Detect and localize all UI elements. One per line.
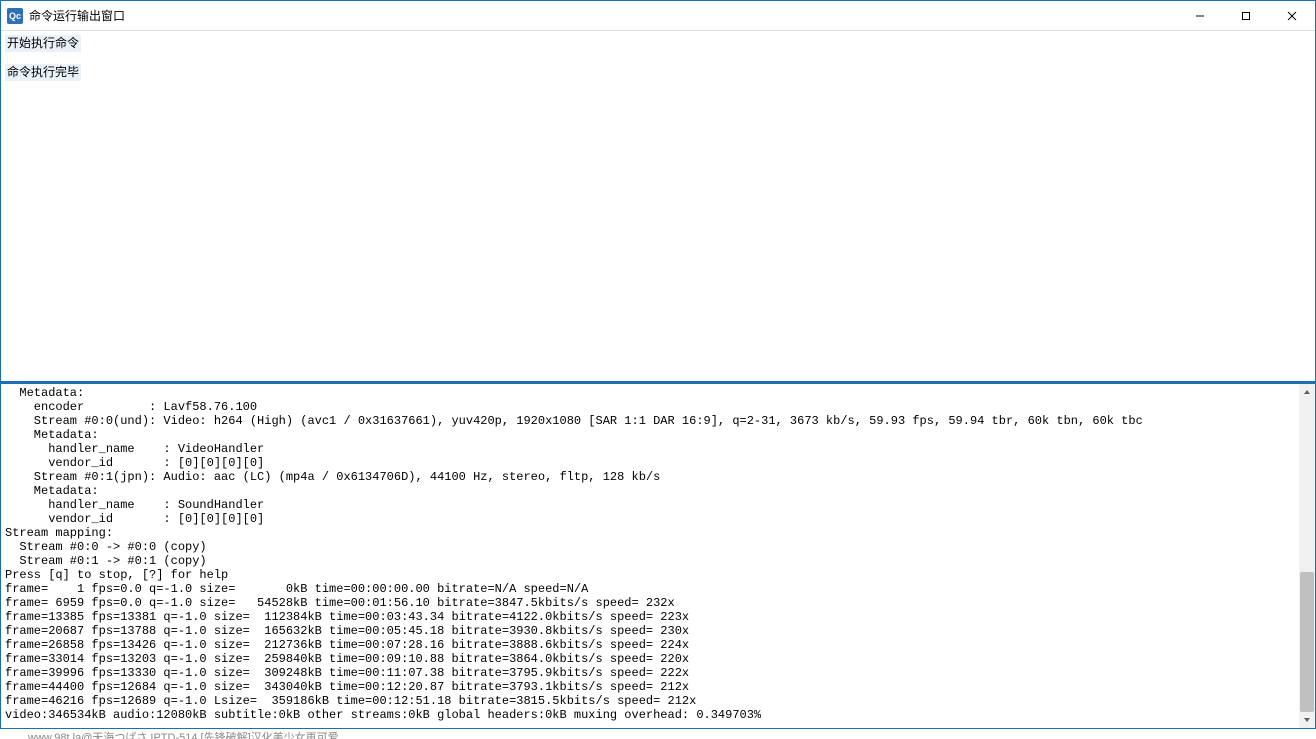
app-window: Qc 命令运行输出窗口 开始执行命令 命令执行完毕 Metadata: enco… <box>0 0 1316 729</box>
taskbar-fragment: www.98t.la@天海つばさ IPTD-514 [先锋破解]汉化美少女再可爱 <box>0 729 1316 739</box>
chevron-down-icon <box>1303 716 1311 724</box>
status-start: 开始执行命令 <box>5 35 81 52</box>
close-button[interactable] <box>1269 1 1315 30</box>
window-title: 命令运行输出窗口 <box>29 7 125 24</box>
log-pane-wrap: Metadata: encoder : Lavf58.76.100 Stream… <box>1 383 1315 728</box>
maximize-icon <box>1241 11 1251 21</box>
status-pane: 开始执行命令 命令执行完毕 <box>1 31 1315 381</box>
status-done: 命令执行完毕 <box>5 64 81 81</box>
vertical-scrollbar[interactable] <box>1299 384 1315 728</box>
log-output[interactable]: Metadata: encoder : Lavf58.76.100 Stream… <box>1 384 1299 728</box>
scroll-thumb[interactable] <box>1300 572 1314 712</box>
close-icon <box>1287 11 1297 21</box>
title-left: Qc 命令运行输出窗口 <box>1 7 125 24</box>
scroll-up-button[interactable] <box>1299 384 1315 400</box>
minimize-icon <box>1195 11 1205 21</box>
scroll-track[interactable] <box>1299 400 1315 712</box>
titlebar: Qc 命令运行输出窗口 <box>1 1 1315 31</box>
window-controls <box>1177 1 1315 30</box>
maximize-button[interactable] <box>1223 1 1269 30</box>
chevron-up-icon <box>1303 388 1311 396</box>
app-icon: Qc <box>7 8 23 24</box>
scroll-down-button[interactable] <box>1299 712 1315 728</box>
minimize-button[interactable] <box>1177 1 1223 30</box>
